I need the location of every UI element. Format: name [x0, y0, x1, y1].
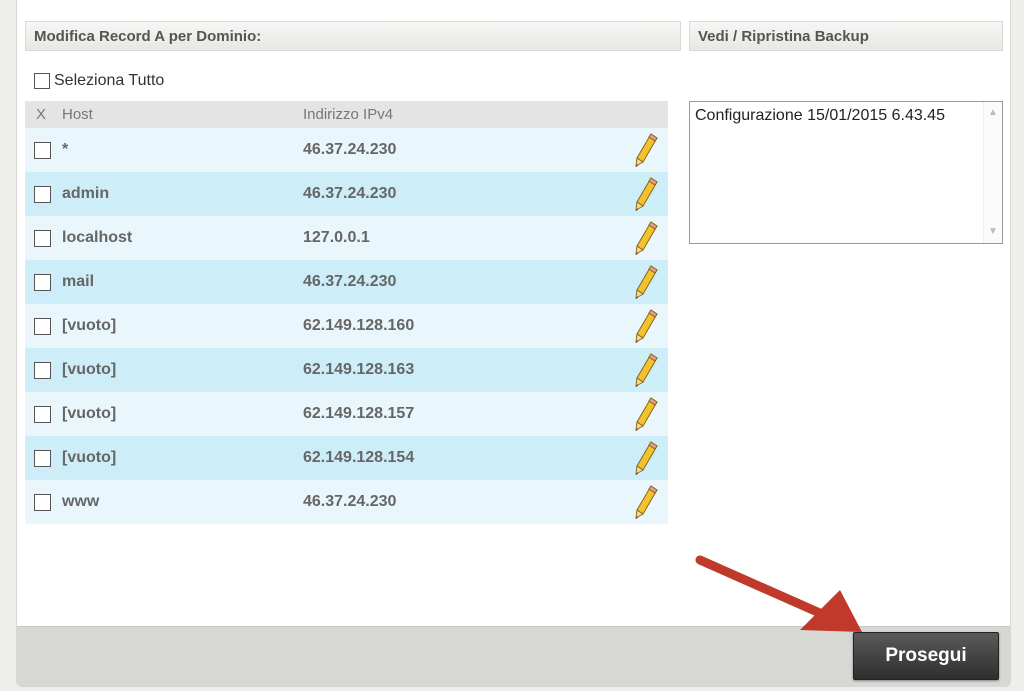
pencil-icon[interactable]: [633, 264, 659, 300]
table-row: www 46.37.24.230: [25, 480, 668, 524]
table-row: mail 46.37.24.230: [25, 260, 668, 304]
row-host: admin: [62, 185, 110, 202]
row-host: [vuoto]: [62, 361, 117, 378]
row-host: *: [62, 141, 69, 158]
backup-section-title: Vedi / Ripristina Backup: [689, 21, 1003, 51]
table-row: localhost 127.0.0.1: [25, 216, 668, 260]
pencil-icon[interactable]: [633, 220, 659, 256]
row-ip: 62.149.128.157: [303, 405, 415, 422]
select-all-label: Seleziona Tutto: [54, 72, 165, 89]
continue-button[interactable]: Prosegui: [853, 632, 999, 680]
row-checkbox[interactable]: [34, 274, 51, 291]
row-ip: 46.37.24.230: [303, 141, 397, 158]
column-header-x: X: [36, 106, 47, 123]
row-host: www: [62, 493, 100, 510]
a-records-table: X Host Indirizzo IPv4 * 46.37.24.230 admin…: [25, 101, 668, 524]
row-checkbox[interactable]: [34, 494, 51, 511]
table-header: X Host Indirizzo IPv4: [25, 101, 668, 128]
select-all-checkbox[interactable]: [34, 73, 50, 89]
row-checkbox[interactable]: [34, 406, 51, 423]
row-ip: 62.149.128.154: [303, 449, 415, 466]
table-row: [vuoto] 62.149.128.160: [25, 304, 668, 348]
row-ip: 127.0.0.1: [303, 229, 370, 246]
row-checkbox[interactable]: [34, 142, 51, 159]
column-header-host: Host: [62, 106, 93, 123]
pencil-icon[interactable]: [633, 396, 659, 432]
pencil-icon[interactable]: [633, 132, 659, 168]
row-checkbox[interactable]: [34, 318, 51, 335]
pencil-icon[interactable]: [633, 176, 659, 212]
table-row: [vuoto] 62.149.128.154: [25, 436, 668, 480]
row-ip: 46.37.24.230: [303, 493, 397, 510]
row-host: [vuoto]: [62, 449, 117, 466]
table-row: * 46.37.24.230: [25, 128, 668, 172]
pencil-icon[interactable]: [633, 484, 659, 520]
backup-list-scrollbar[interactable]: ▲ ▼: [983, 102, 1002, 243]
column-header-ip: Indirizzo IPv4: [303, 106, 394, 123]
scroll-down-icon[interactable]: ▼: [984, 223, 1002, 241]
row-checkbox[interactable]: [34, 362, 51, 379]
row-ip: 62.149.128.160: [303, 317, 415, 334]
select-all-toggle[interactable]: Seleziona Tutto: [34, 72, 164, 90]
row-checkbox[interactable]: [34, 230, 51, 247]
red-arrow-annotation: [695, 555, 862, 632]
pencil-icon[interactable]: [633, 352, 659, 388]
backup-list-item[interactable]: Configurazione 15/01/2015 6.43.45: [695, 107, 945, 125]
row-ip: 46.37.24.230: [303, 273, 397, 290]
table-row: [vuoto] 62.149.128.157: [25, 392, 668, 436]
row-ip: 62.149.128.163: [303, 361, 415, 378]
row-checkbox[interactable]: [34, 450, 51, 467]
table-row: admin 46.37.24.230: [25, 172, 668, 216]
scroll-up-icon[interactable]: ▲: [984, 104, 1002, 122]
pencil-icon[interactable]: [633, 308, 659, 344]
row-host: localhost: [62, 229, 133, 246]
row-host: mail: [62, 273, 95, 290]
backup-list[interactable]: Configurazione 15/01/2015 6.43.45 ▲ ▼: [689, 101, 1003, 244]
row-checkbox[interactable]: [34, 186, 51, 203]
pencil-icon[interactable]: [633, 440, 659, 476]
row-host: [vuoto]: [62, 317, 117, 334]
table-row: [vuoto] 62.149.128.163: [25, 348, 668, 392]
edit-section-title: Modifica Record A per Dominio:: [25, 21, 681, 51]
row-host: [vuoto]: [62, 405, 117, 422]
row-ip: 46.37.24.230: [303, 185, 397, 202]
